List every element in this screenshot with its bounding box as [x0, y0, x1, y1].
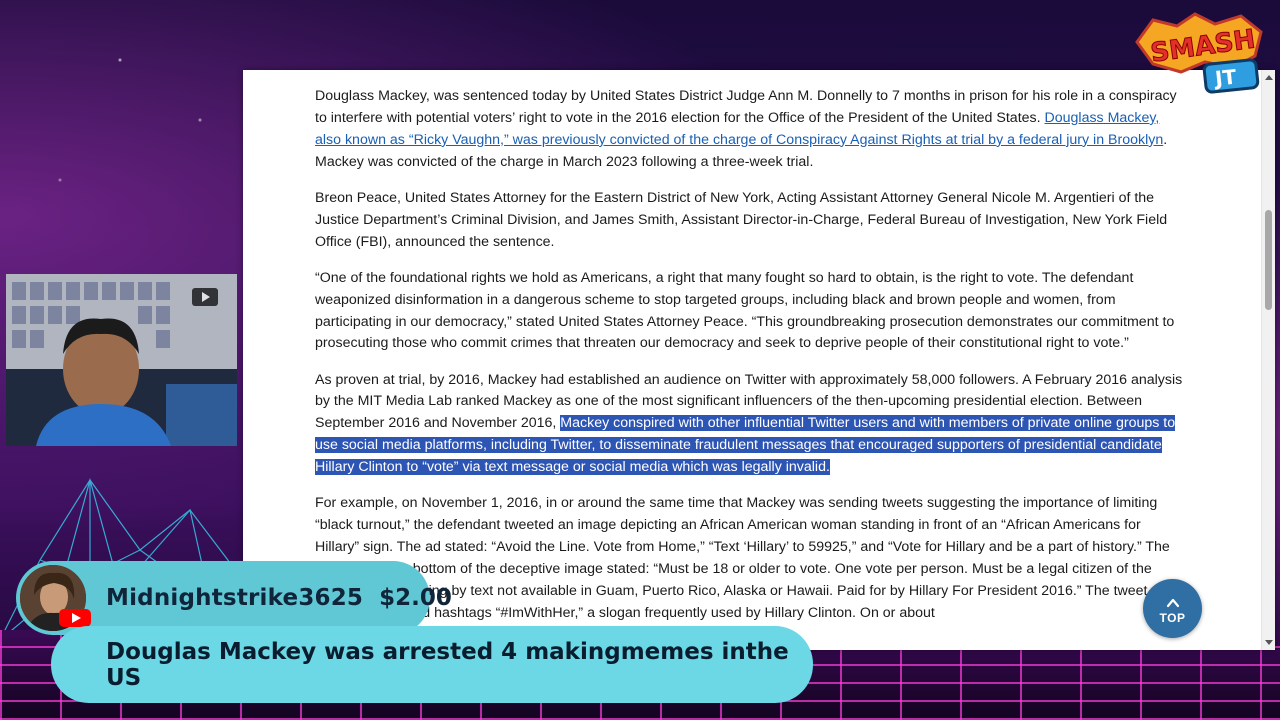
donation-amount: $2.00: [379, 585, 452, 611]
youtube-icon: [59, 609, 91, 627]
scrollbar-thumb[interactable]: [1265, 210, 1272, 310]
streamer-camera-image: [6, 274, 237, 446]
vertical-scrollbar[interactable]: [1261, 70, 1275, 650]
chevron-up-icon: [1166, 598, 1179, 608]
superchat-message: Douglas Mackey was arrested 4 makingmeme…: [51, 626, 813, 703]
article-paragraph-2: Breon Peace, United States Attorney for …: [315, 189, 1168, 250]
svg-text:JT: JT: [1212, 64, 1238, 90]
scroll-down-icon[interactable]: [1265, 640, 1273, 645]
back-to-top-label: TOP: [1159, 611, 1186, 625]
back-to-top-button[interactable]: TOP: [1143, 579, 1202, 638]
article-paragraph-1: Douglass Mackey, was sentenced today by …: [315, 86, 1187, 174]
article-paragraph-4: As proven at trial, by 2016, Mackey had …: [315, 370, 1187, 480]
webcam-feed: [6, 274, 237, 446]
donor-name: Midnightstrike3625: [106, 585, 364, 611]
smash-jt-logo: SMASH JT: [1135, 12, 1263, 94]
article-body: Douglass Mackey, was sentenced today by …: [315, 86, 1187, 639]
superchat-message-text: Douglas Mackey was arrested 4 makingmeme…: [106, 638, 789, 691]
article-paragraph-3: “One of the foundational rights we hold …: [315, 269, 1175, 352]
